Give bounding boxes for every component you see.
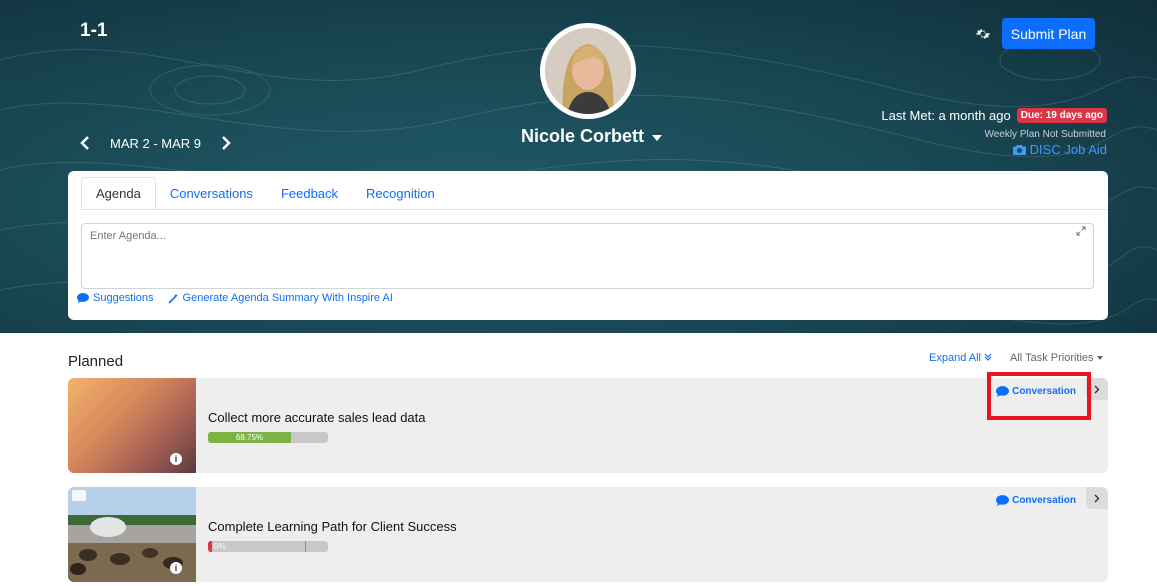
disc-job-aid-link[interactable]: DISC Job Aid xyxy=(1012,142,1107,157)
tab-feedback[interactable]: Feedback xyxy=(267,177,352,210)
weekly-plan-status: Weekly Plan Not Submitted xyxy=(984,129,1106,140)
tabs-divider xyxy=(81,209,1108,210)
chevron-right-icon xyxy=(1094,494,1100,502)
highlight-annotation xyxy=(987,372,1091,420)
chevron-right-icon xyxy=(1094,385,1100,393)
tab-recognition[interactable]: Recognition xyxy=(352,177,449,210)
next-week-chevron-icon[interactable] xyxy=(219,134,233,152)
task-card[interactable]: i Collect more accurate sales lead data … xyxy=(68,378,1108,473)
task-title: Collect more accurate sales lead data xyxy=(208,410,426,425)
avatar xyxy=(540,23,636,119)
last-met-info: Last Met: a month ago Due: 19 days ago xyxy=(881,108,1107,123)
task-title: Complete Learning Path for Client Succes… xyxy=(208,519,457,534)
generate-summary-link[interactable]: Generate Agenda Summary With Inspire AI xyxy=(167,292,393,304)
info-icon[interactable]: i xyxy=(170,562,182,574)
chat-bubble-icon xyxy=(77,293,89,303)
progress-label: 68.75% xyxy=(235,433,264,442)
page-title: 1-1 xyxy=(80,20,108,41)
submit-plan-button[interactable]: Submit Plan xyxy=(1002,18,1095,49)
expand-icon[interactable] xyxy=(1076,226,1086,236)
expand-all-label: Expand All xyxy=(929,352,981,364)
week-navigator: MAR 2 - MAR 9 xyxy=(78,134,233,152)
suggestions-label: Suggestions xyxy=(93,292,154,304)
task-priorities-label: All Task Priorities xyxy=(1010,352,1094,364)
avatar-photo xyxy=(545,28,631,114)
task-thumbnail: i xyxy=(68,487,196,582)
generate-summary-label: Generate Agenda Summary With Inspire AI xyxy=(182,292,393,304)
camera-icon xyxy=(1012,145,1026,155)
chat-bubble-icon xyxy=(996,495,1010,506)
tab-conversations[interactable]: Conversations xyxy=(156,177,267,210)
task-priorities-dropdown[interactable]: All Task Priorities xyxy=(1010,352,1103,364)
expand-task-button[interactable] xyxy=(1086,487,1108,509)
progress-label: 0% xyxy=(214,542,226,551)
agenda-card: Agenda Conversations Feedback Recognitio… xyxy=(68,171,1108,320)
task-card[interactable]: i Complete Learning Path for Client Succ… xyxy=(68,487,1108,582)
caret-down-icon xyxy=(1096,356,1103,360)
info-icon[interactable]: i xyxy=(170,453,182,465)
gear-icon[interactable] xyxy=(976,27,990,41)
expand-all-link[interactable]: Expand All xyxy=(929,352,992,364)
task-progress-bar: 0% xyxy=(208,541,328,552)
chart-icon xyxy=(72,490,86,501)
week-range-label: MAR 2 - MAR 9 xyxy=(110,135,202,151)
progress-marker xyxy=(305,541,306,552)
last-met-text: Last Met: a month ago xyxy=(881,108,1011,123)
double-chevron-down-icon xyxy=(984,353,992,361)
conversation-label: Conversation xyxy=(1012,495,1076,506)
agenda-actions: Suggestions Generate Agenda Summary With… xyxy=(77,292,393,304)
magic-wand-icon xyxy=(167,293,178,304)
person-name: Nicole Corbett xyxy=(521,126,645,146)
agenda-tabs: Agenda Conversations Feedback Recognitio… xyxy=(81,177,449,210)
agenda-input[interactable] xyxy=(81,223,1094,289)
disc-job-aid-label: DISC Job Aid xyxy=(1029,142,1107,157)
person-selector[interactable]: Nicole Corbett xyxy=(521,126,663,147)
planned-heading: Planned xyxy=(68,353,124,370)
progress-fill xyxy=(208,541,212,552)
task-thumbnail: i xyxy=(68,378,196,473)
due-badge: Due: 19 days ago xyxy=(1016,108,1107,123)
conversation-link[interactable]: Conversation xyxy=(996,495,1076,506)
prev-week-chevron-icon[interactable] xyxy=(78,134,92,152)
suggestions-link[interactable]: Suggestions xyxy=(77,292,154,304)
task-progress-bar: 68.75% xyxy=(208,432,328,443)
chevron-down-icon xyxy=(652,134,663,141)
tab-agenda[interactable]: Agenda xyxy=(81,177,156,210)
